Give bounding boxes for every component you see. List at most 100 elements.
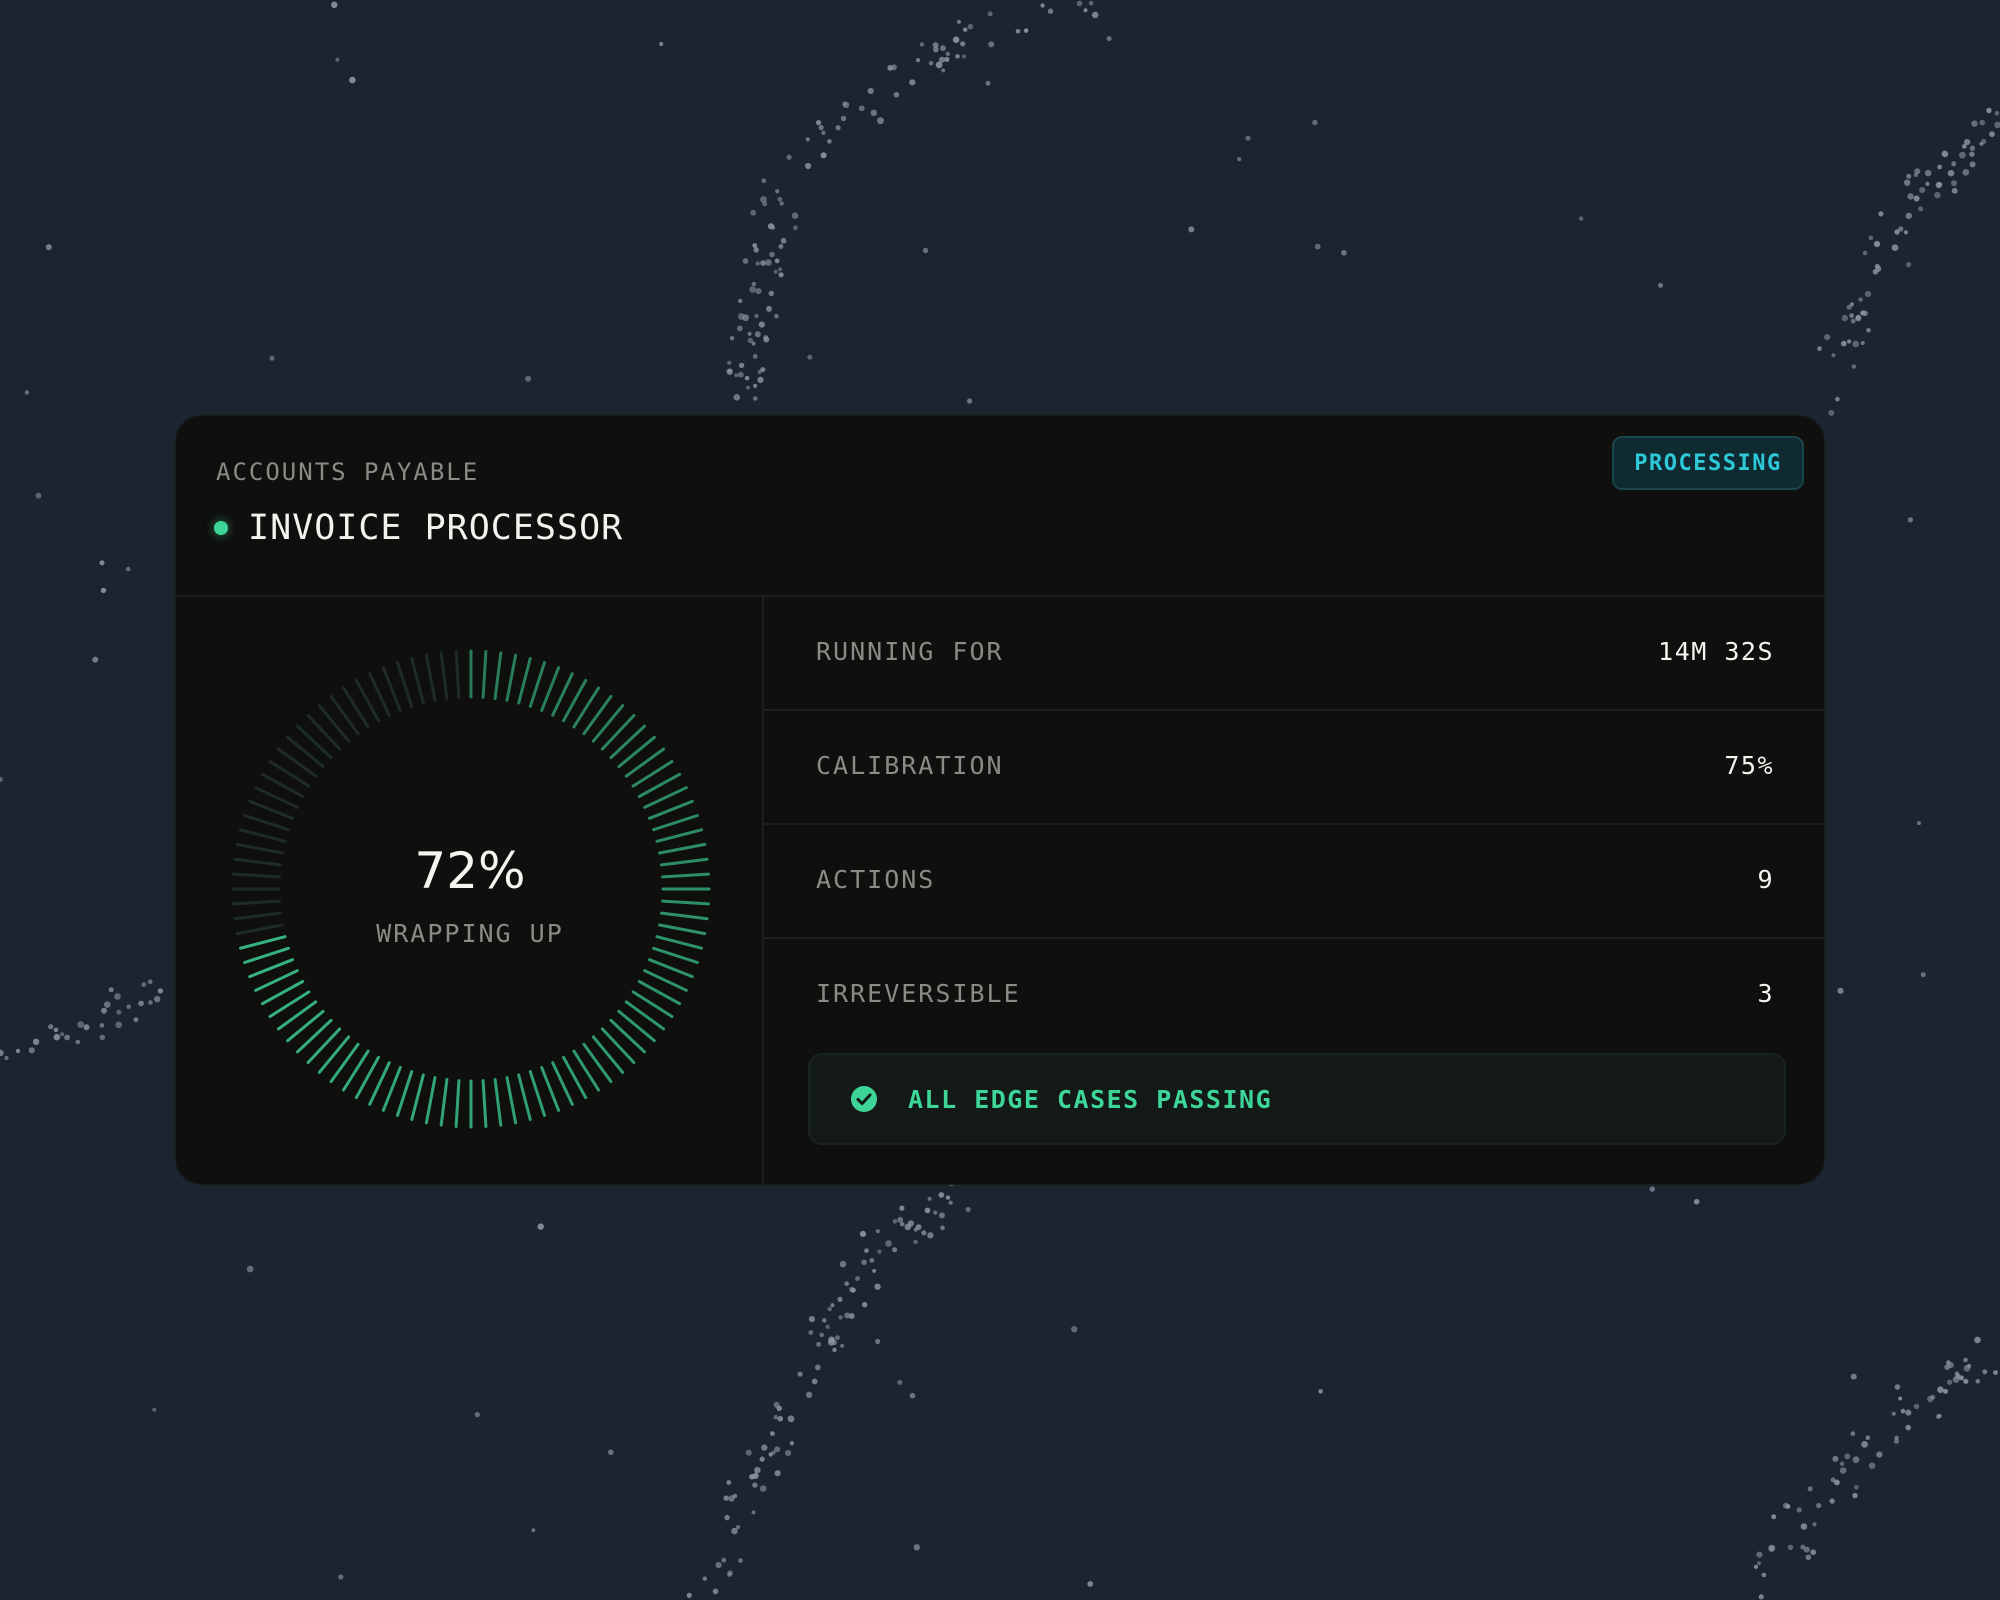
background-dot: [754, 313, 759, 319]
gauge-tick-filled: [648, 958, 694, 979]
gauge-tick-filled: [505, 1076, 518, 1125]
title-row: INVOICE PROCESSOR: [214, 508, 623, 548]
gauge-tick-empty: [381, 666, 402, 712]
background-dot: [269, 355, 275, 361]
background-dot: [1071, 1326, 1078, 1333]
background-dot: [1850, 318, 1856, 324]
background-dot: [1758, 1594, 1764, 1600]
background-dot: [1963, 1357, 1968, 1363]
gauge-tick-filled: [591, 704, 625, 743]
background-dot: [100, 587, 107, 594]
gauge-tick-filled: [439, 1078, 449, 1127]
gauge-tick-filled: [609, 1018, 646, 1054]
background-dot: [1905, 1409, 1912, 1416]
background-dot: [870, 109, 877, 117]
progress-phase-label: WRAPPING UP: [376, 919, 564, 948]
background-dot: [933, 1210, 938, 1215]
background-dot: [24, 390, 30, 395]
background-dot: [1318, 1389, 1323, 1394]
background-dot: [1951, 187, 1958, 194]
gauge-tick-filled: [517, 657, 532, 705]
background-dot: [832, 1347, 837, 1353]
background-dot: [335, 57, 340, 62]
background-dot: [1800, 1544, 1806, 1550]
background-dot: [759, 1485, 767, 1492]
background-dot: [1975, 1379, 1981, 1384]
background-dot: [1847, 339, 1852, 344]
background-dot: [789, 1441, 795, 1446]
background-dot: [1993, 1370, 1998, 1375]
background-dot: [786, 154, 792, 160]
background-dot: [754, 331, 761, 338]
background-dot: [805, 1391, 813, 1399]
gauge-tick-empty: [396, 661, 414, 708]
background-dot: [1959, 1375, 1964, 1381]
background-dot: [751, 281, 757, 287]
background-dot: [987, 11, 993, 17]
background-dot: [1878, 211, 1884, 217]
background-dot: [1927, 1395, 1934, 1403]
background-dot: [885, 1240, 892, 1247]
gauge-tick-filled: [493, 651, 503, 700]
background-dot: [1851, 364, 1857, 369]
background-dot: [1917, 821, 1921, 826]
background-dot: [835, 125, 841, 131]
background-dot: [1920, 972, 1926, 978]
background-dot: [842, 101, 850, 109]
stat-row-irreversible: IRREVERSIBLE 3: [764, 939, 1824, 1053]
background-dot: [940, 1225, 945, 1231]
background-dot: [778, 272, 784, 278]
process-title: INVOICE PROCESSOR: [248, 508, 624, 548]
background-dot: [1047, 8, 1054, 14]
background-dot: [754, 1466, 761, 1474]
background-dot: [1844, 1453, 1851, 1460]
background-dot: [32, 1038, 40, 1046]
background-dot: [147, 979, 153, 985]
background-dot: [752, 1482, 758, 1488]
background-dot: [1858, 297, 1863, 302]
background-dot: [777, 196, 783, 202]
background-dot: [1868, 1462, 1876, 1469]
background-dot: [721, 1557, 727, 1563]
background-dot: [1852, 1456, 1860, 1464]
background-dot: [758, 321, 765, 328]
background-dot: [861, 1259, 867, 1266]
background-dot: [1969, 161, 1976, 168]
background-dot: [1024, 28, 1029, 33]
background-dot: [838, 1315, 843, 1320]
background-dot: [99, 1023, 105, 1028]
background-dot: [774, 1446, 781, 1453]
background-dot: [1951, 180, 1957, 187]
background-dot: [915, 58, 921, 63]
background-dot: [768, 1452, 773, 1457]
background-dot: [1898, 226, 1904, 232]
background-dot: [955, 54, 960, 59]
background-dot: [774, 313, 779, 319]
background-dot: [1817, 346, 1822, 351]
gauge-tick-filled: [609, 724, 646, 760]
background-dot: [126, 1004, 131, 1009]
background-dot: [746, 385, 751, 390]
gauge-tick-filled: [648, 799, 694, 820]
background-dot: [525, 375, 532, 382]
gauge-tick-filled: [481, 650, 488, 699]
background-dot: [726, 1480, 732, 1485]
gauge-tick-empty: [439, 651, 449, 700]
background-dot: [967, 23, 974, 30]
background-dot: [1891, 244, 1899, 252]
background-dot: [877, 117, 884, 125]
background-dot: [1963, 1364, 1971, 1372]
stat-value: 3: [1757, 979, 1774, 1008]
background-dot: [1865, 1435, 1871, 1440]
gauge-tick-filled: [655, 828, 703, 843]
background-dot: [1906, 262, 1912, 268]
background-dot: [875, 1229, 880, 1234]
background-dot: [747, 331, 752, 336]
gauge-tick-filled: [591, 1035, 625, 1074]
background-dot: [922, 247, 929, 254]
background-dot: [909, 1392, 916, 1399]
background-dot: [872, 1268, 877, 1273]
background-dot: [938, 1212, 945, 1219]
background-dot: [811, 1378, 818, 1385]
background-dot: [60, 1032, 64, 1037]
